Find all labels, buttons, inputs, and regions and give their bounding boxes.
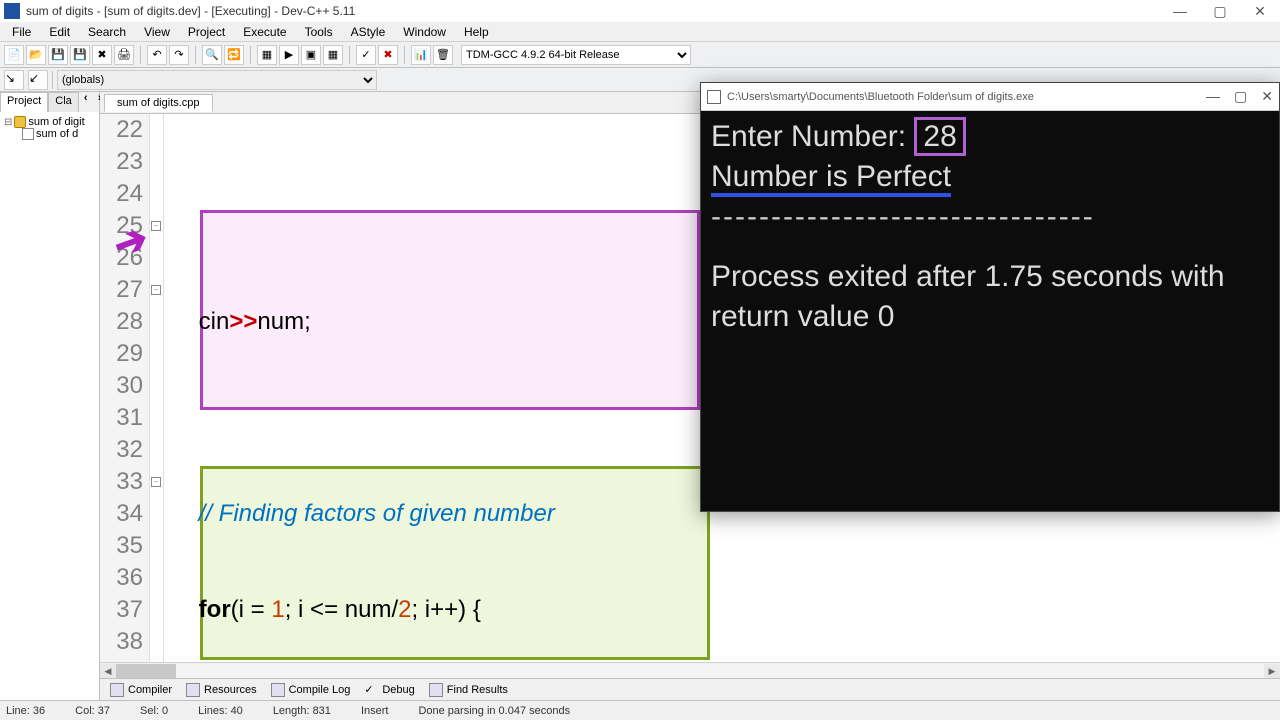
close-file-icon[interactable]: ✖ [92, 45, 112, 65]
save-all-icon[interactable]: 💾 [70, 45, 90, 65]
globals-select[interactable]: (globals) [57, 70, 377, 90]
find-icon[interactable]: 🔍 [202, 45, 222, 65]
menu-search[interactable]: Search [80, 23, 134, 41]
horizontal-scrollbar[interactable]: ◀ ▶ [100, 662, 1280, 678]
project-tree: ⊟sum of digit sum of d [0, 112, 99, 700]
menu-help[interactable]: Help [456, 23, 497, 41]
sidebar-tab-project[interactable]: Project [0, 92, 48, 112]
run-icon[interactable]: ▶ [279, 45, 299, 65]
find-results-icon [429, 683, 443, 697]
console-window: C:\Users\smarty\Documents\Bluetooth Fold… [700, 82, 1280, 512]
sidebar: Project Cla ‹› ⊟sum of digit sum of d [0, 92, 100, 700]
trash-icon[interactable]: 🗑 [433, 45, 453, 65]
compile-run-icon[interactable]: ▣ [301, 45, 321, 65]
compiler-icon [110, 683, 124, 697]
goto-back-icon[interactable]: ↙ [28, 70, 48, 90]
bottom-panel-tabs: Compiler Resources Compile Log ✓Debug Fi… [100, 678, 1280, 700]
print-icon[interactable]: 🖨 [114, 45, 134, 65]
save-icon[interactable]: 💾 [48, 45, 68, 65]
status-length: Length: 831 [273, 705, 331, 717]
status-line: Line: 36 [6, 705, 45, 717]
menu-window[interactable]: Window [395, 23, 454, 41]
menu-execute[interactable]: Execute [235, 23, 294, 41]
resources-icon [186, 683, 200, 697]
profile-icon[interactable]: 📊 [411, 45, 431, 65]
tab-compile-log[interactable]: Compile Log [271, 683, 351, 697]
new-file-icon[interactable]: 📄 [4, 45, 24, 65]
tree-file[interactable]: sum of d [4, 128, 95, 140]
console-output[interactable]: Enter Number: 28 Number is Perfect -----… [701, 111, 1279, 343]
tab-resources[interactable]: Resources [186, 683, 257, 697]
stop-icon[interactable]: ✖ [378, 45, 398, 65]
menubar: File Edit Search View Project Execute To… [0, 22, 1280, 42]
fold-gutter: − − − [150, 114, 164, 662]
status-col: Col: 37 [75, 705, 110, 717]
tab-debug[interactable]: ✓Debug [364, 683, 414, 697]
console-input-highlight: 28 [914, 117, 965, 156]
redo-icon[interactable]: ↷ [169, 45, 189, 65]
highlight-box-condition [200, 466, 710, 660]
console-maximize-button[interactable]: ▢ [1234, 88, 1247, 105]
close-button[interactable]: ✕ [1240, 0, 1280, 22]
undo-icon[interactable]: ↶ [147, 45, 167, 65]
sidebar-tabs: Project Cla ‹› [0, 92, 99, 112]
rebuild-icon[interactable]: ▦ [323, 45, 343, 65]
menu-astyle[interactable]: AStyle [343, 23, 394, 41]
window-titlebar: sum of digits - [sum of digits.dev] - [E… [0, 0, 1280, 22]
console-minimize-button[interactable]: — [1206, 88, 1220, 105]
goto-func-icon[interactable]: ↘ [4, 70, 24, 90]
console-result-highlight: Number is Perfect [711, 160, 951, 197]
open-icon[interactable]: 📂 [26, 45, 46, 65]
file-tab-active[interactable]: sum of digits.cpp [104, 94, 213, 112]
compile-log-icon [271, 683, 285, 697]
tab-nav-left[interactable]: ‹ [79, 92, 93, 112]
scroll-right-icon[interactable]: ▶ [1264, 664, 1280, 678]
replace-icon[interactable]: 🔁 [224, 45, 244, 65]
console-close-button[interactable]: ✕ [1261, 88, 1273, 105]
status-sel: Sel: 0 [140, 705, 168, 717]
maximize-button[interactable]: ▢ [1200, 0, 1240, 22]
fold-marker-icon[interactable]: − [151, 221, 161, 231]
console-title-text: C:\Users\smarty\Documents\Bluetooth Fold… [727, 91, 1034, 103]
fold-marker-icon[interactable]: − [151, 285, 161, 295]
sidebar-tab-classes[interactable]: Cla [48, 92, 79, 112]
tab-find-results[interactable]: Find Results [429, 683, 508, 697]
menu-project[interactable]: Project [180, 23, 233, 41]
compile-icon[interactable]: ▦ [257, 45, 277, 65]
fold-marker-icon[interactable]: − [151, 477, 161, 487]
compiler-select[interactable]: TDM-GCC 4.9.2 64-bit Release [461, 45, 691, 65]
status-insert: Insert [361, 705, 389, 717]
statusbar: Line: 36 Col: 37 Sel: 0 Lines: 40 Length… [0, 700, 1280, 720]
console-titlebar[interactable]: C:\Users\smarty\Documents\Bluetooth Fold… [701, 83, 1279, 111]
console-icon [707, 90, 721, 104]
status-lines: Lines: 40 [198, 705, 243, 717]
line-gutter: 2223242526272829303132333435363738 [100, 114, 150, 662]
main-toolbar: 📄 📂 💾 💾 ✖ 🖨 ↶ ↷ 🔍 🔁 ▦ ▶ ▣ ▦ ✓ ✖ 📊 🗑 TDM-… [0, 42, 1280, 68]
scroll-left-icon[interactable]: ◀ [100, 664, 116, 678]
status-parse: Done parsing in 0.047 seconds [418, 705, 570, 717]
tab-compiler[interactable]: Compiler [110, 683, 172, 697]
tree-root[interactable]: ⊟sum of digit [4, 116, 95, 128]
menu-file[interactable]: File [4, 23, 39, 41]
window-title: sum of digits - [sum of digits.dev] - [E… [26, 4, 355, 18]
minimize-button[interactable]: — [1160, 0, 1200, 22]
debug-icon: ✓ [364, 683, 378, 697]
debug-icon[interactable]: ✓ [356, 45, 376, 65]
menu-tools[interactable]: Tools [297, 23, 341, 41]
app-icon [4, 3, 20, 19]
menu-edit[interactable]: Edit [41, 23, 78, 41]
menu-view[interactable]: View [136, 23, 178, 41]
